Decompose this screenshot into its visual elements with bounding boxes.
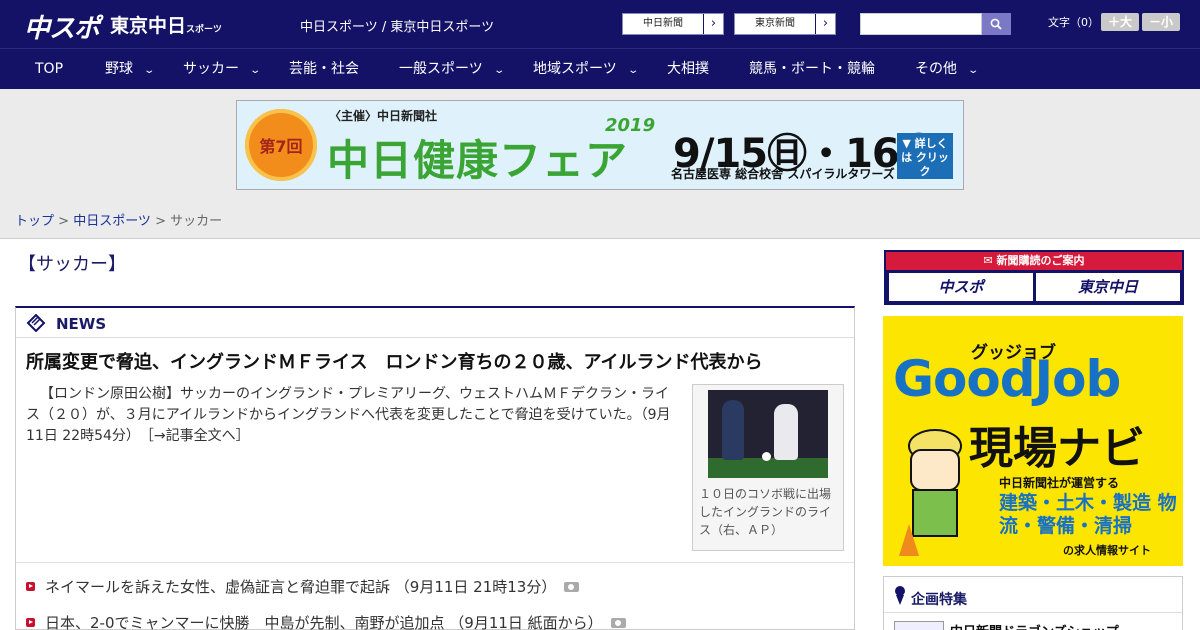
search-icon [990,18,1002,30]
top-story-headline[interactable]: 所属変更で脅迫、イングランドＭＦライス ロンドン育ちの２０歳、アイルランド代表か… [26,348,763,374]
news-list-item[interactable]: 日本、2-0でミャンマーに快勝 中島が先制、南野が追加点 （9月11日 紙面から… [26,612,626,630]
subscription-panel: ✉ 新聞購読のご案内 中スポ 東京中日 [884,250,1184,305]
chevron-down-icon: ⌄ [627,65,639,76]
tokyo-shimbun-link[interactable]: 東京新聞 › [734,13,836,35]
newspaper-icon [26,314,46,332]
nav-label: サッカー [183,61,239,77]
bullet-arrow-icon [26,582,35,591]
nav-label: 芸能・社会 [289,61,359,77]
nav-label: 競馬・ボート・競輪 [749,61,875,77]
nav-other[interactable]: その他 ⌄ [915,49,980,90]
goodjob-site: の求人情報サイト [1063,544,1151,557]
news-header: NEWS [16,308,854,338]
news-label: NEWS [56,315,107,333]
nav-racing[interactable]: 競馬・ボート・競輪 [749,49,875,90]
paper-link-label: 東京新聞 [755,18,795,29]
feature-panel: 企画特集 中日新聞ドラゴンズショップ [883,576,1183,630]
tokyo-chunichi-logo[interactable]: 東京中日スポーツ [110,11,222,38]
nav-label: 大相撲 [667,61,709,77]
construction-worker-icon [899,429,962,556]
photo-player-right [774,404,798,460]
photo-field [708,458,828,478]
subscribe-tokyo-button[interactable]: 東京中日 [1036,273,1180,301]
divider [16,562,854,563]
nav-label: 野球 [105,61,133,77]
chevron-down-icon: ⌄ [249,65,262,76]
chevron-down-icon: ⌄ [967,65,980,76]
chevron-down-icon: ⌄ [493,65,505,76]
news-panel: NEWS 所属変更で脅迫、イングランドＭＦライス ロンドン育ちの２０歳、アイルラ… [15,306,855,630]
flower-badge: 第7回 [245,109,317,181]
breadcrumb-sep: > [150,214,171,229]
goodjob-description: 中日新聞社が運営する [999,476,1120,490]
banner-title: 中日健康フェア [327,136,629,185]
chevron-down-icon: ⌄ [143,65,156,76]
chuspo-logo[interactable]: 中スポ [24,8,100,45]
nav-baseball[interactable]: 野球 ⌄ [105,49,156,90]
tokyo-logo-small: スポーツ [186,25,222,35]
page-title: 【サッカー】 [18,254,126,275]
news-list-item[interactable]: ネイマールを訴えた女性、虚偽証言と脅迫罪で起訴 （9月11日 21時13分） [26,576,580,597]
goodjob-navi: 現場ナビ [969,423,1145,474]
goodjob-ad[interactable]: グッジョブ GoodJob 現場ナビ 中日新聞社が運営する 建築・土木・製造 物… [883,316,1183,566]
chevron-right-icon: › [703,14,723,34]
tokyo-logo-text: 東京中日 [110,15,187,37]
nav-general-sports[interactable]: 一般スポーツ ⌄ [399,49,505,90]
nav-soccer[interactable]: サッカー ⌄ [183,49,262,90]
news-item-text: ネイマールを訴えた女性、虚偽証言と脅迫罪で起訴 （9月11日 21時13分） [45,578,557,596]
feature-title: 企画特集 [911,592,967,608]
feature-item-link[interactable]: 中日新聞ドラゴンズショップ [950,621,1119,630]
camera-icon [564,582,580,592]
banner-venue: 名古屋医専 総合校舎 スパイラルタワーズ [671,167,895,181]
nav-label: 地域スポーツ [533,61,617,77]
nav-sumo[interactable]: 大相撲 [667,49,709,90]
ribbon-icon [895,586,905,605]
chevron-right-icon: › [815,14,835,34]
subscription-header-text: 新聞購読のご案内 [996,254,1085,267]
top-story-photo-box[interactable]: １０日のコソボ戦に出場したイングランドのライス（右、ＡＰ） [692,384,844,551]
search-button[interactable] [982,13,1011,35]
banner-organizer: 〈主催〉中日新聞社 [329,109,438,123]
site-header: 中スポ 東京中日スポーツ 中日スポーツ / 東京中日スポーツ 中日新聞 › 東京… [0,0,1200,48]
breadcrumb-current: サッカー [170,214,223,229]
site-links[interactable]: 中日スポーツ / 東京中日スポーツ [300,16,494,35]
lead-text: 【ロンドン原田公樹】サッカーのイングランド・プレミアリーグ、ウェストハムＭＦデク… [26,386,671,444]
search-input[interactable] [860,13,982,35]
breadcrumb-sep: > [54,214,74,229]
font-smaller-button[interactable]: －小 [1142,13,1180,31]
photo-ball [762,452,771,461]
nav-label: TOP [35,61,64,77]
nav-local-sports[interactable]: 地域スポーツ ⌄ [533,49,639,90]
goodjob-fields: 建築・土木・製造 物流・警備・清掃 [999,492,1177,537]
banner-badge: 第7回 [259,137,303,156]
nav-label: その他 [915,61,957,77]
breadcrumb: トップ > 中日スポーツ > サッカー [15,210,222,229]
photo-caption: １０日のコソボ戦に出場したイングランドのライス（右、ＡＰ） [699,487,832,537]
bullet-arrow-icon [26,618,35,627]
camera-icon [610,618,626,628]
main-nav: TOP 野球 ⌄ サッカー ⌄ 芸能・社会 一般スポーツ ⌄ 地域スポーツ ⌄ 大相撲 … [0,48,1200,89]
nav-entertainment[interactable]: 芸能・社会 [289,49,359,90]
goodjob-logo: GoodJob [893,350,1121,408]
top-story-lead: 【ロンドン原田公樹】サッカーのイングランド・プレミアリーグ、ウェストハムＭＦデク… [26,384,682,447]
breadcrumb-home[interactable]: トップ [15,214,54,229]
paper-link-label: 中日新聞 [643,18,683,29]
breadcrumb-parent[interactable]: 中日スポーツ [73,214,151,229]
news-item-text: 日本、2-0でミャンマーに快勝 中島が先制、南野が追加点 （9月11日 紙面から… [45,614,603,630]
subscribe-chuspo-button[interactable]: 中スポ [889,273,1033,301]
font-size-label: 文字（0） [1048,16,1099,29]
nav-top[interactable]: TOP [35,49,63,90]
nav-label: 一般スポーツ [399,61,483,77]
read-more-link[interactable]: ［→記事全文へ］ [147,428,250,444]
feature-thumbnail[interactable] [894,621,944,630]
banner-year: 2019 [605,115,656,136]
photo-player-left [722,400,744,460]
banner-cta[interactable]: ▼ 詳しくは クリック [897,133,953,179]
subscription-header: ✉ 新聞購読のご案内 [886,252,1182,270]
health-fair-banner[interactable]: 第7回 〈主催〉中日新聞社 中日健康フェア 2019 9/15㊐・16㊗ 名古屋… [236,100,964,190]
soccer-photo [708,390,828,478]
font-larger-button[interactable]: ＋大 [1101,13,1139,31]
chunichi-shimbun-link[interactable]: 中日新聞 › [622,13,724,35]
divider [884,612,1182,613]
